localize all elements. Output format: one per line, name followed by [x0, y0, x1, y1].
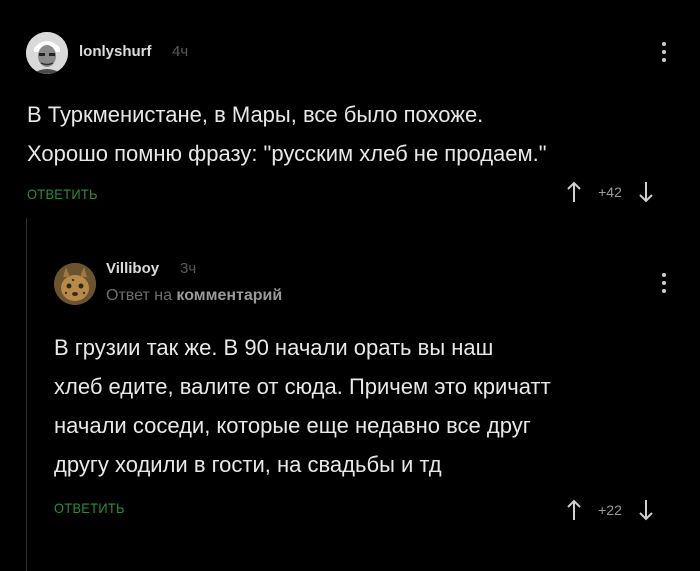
reply-button[interactable]: ОТВЕТИТЬ: [54, 500, 125, 516]
avatar-image: [54, 263, 96, 305]
reply-to-label: Ответ на комментарий: [106, 287, 282, 305]
comment-text: В грузии так же. В 90 начали орать вы на…: [54, 328, 551, 484]
reply-to-prefix: Ответ на: [106, 287, 172, 304]
more-vert-icon[interactable]: [660, 42, 668, 62]
more-vert-icon[interactable]: [660, 273, 668, 293]
reply-button[interactable]: ОТВЕТИТЬ: [27, 186, 98, 202]
score: +42: [598, 184, 622, 200]
comment-line: другу ходили в гости, на свадьбы и тд: [54, 452, 442, 477]
username[interactable]: lonlyshurf: [79, 43, 152, 60]
vote-control: +22: [565, 498, 655, 522]
comment-line: начали соседи, которые еще недавно все д…: [54, 413, 531, 438]
reply-to-link[interactable]: комментарий: [176, 287, 282, 304]
comment-line: В Туркменистане, в Мары, все было похоже…: [27, 102, 484, 127]
comment-line: В грузии так же. В 90 начали орать вы на…: [54, 335, 494, 360]
comment-text: В Туркменистане, в Мары, все было похоже…: [27, 95, 547, 173]
comment-2: Villiboy 3ч Ответ на комментарий В грузи…: [0, 218, 700, 571]
avatar[interactable]: [54, 263, 96, 305]
arrow-down-icon[interactable]: [637, 498, 655, 522]
timestamp: 4ч: [172, 43, 189, 60]
arrow-up-icon[interactable]: [565, 180, 583, 204]
arrow-down-icon[interactable]: [637, 180, 655, 204]
comment-line: Хорошо помню фразу: "русским хлеб не про…: [27, 141, 547, 166]
avatar[interactable]: [26, 32, 68, 74]
username[interactable]: Villiboy: [106, 260, 159, 277]
vote-control: +42: [565, 180, 655, 204]
comment-1: lonlyshurf 4ч В Туркменистане, в Мары, в…: [0, 0, 700, 218]
comment-line: хлеб едите, валите от сюда. Причем это к…: [54, 374, 551, 399]
score: +22: [598, 502, 622, 518]
avatar-image: [26, 32, 68, 74]
timestamp: 3ч: [180, 260, 197, 277]
arrow-up-icon[interactable]: [565, 498, 583, 522]
